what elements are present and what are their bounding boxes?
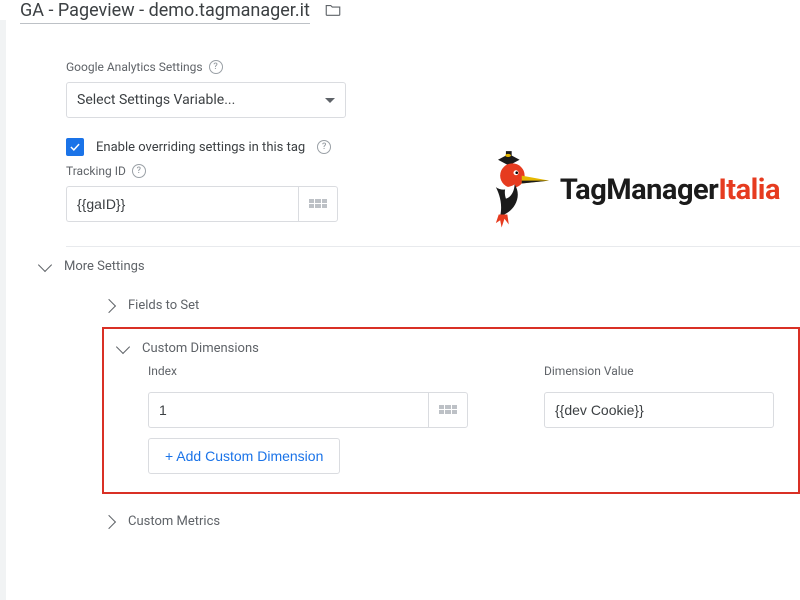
title-row: GA - Pageview - demo.tagmanager.it	[20, 0, 800, 28]
dimension-index-row	[148, 392, 468, 428]
ga-settings-label: Google Analytics Settings ?	[66, 60, 800, 74]
custom-dimensions-section: Custom Dimensions Index + Add Custom	[102, 327, 800, 494]
custom-dimensions-label: Custom Dimensions	[142, 341, 259, 356]
override-checkbox-label: Enable overriding settings in this tag	[96, 140, 305, 155]
brick-icon	[309, 199, 327, 209]
page-title[interactable]: GA - Pageview - demo.tagmanager.it	[20, 0, 310, 24]
dimension-value-row	[544, 392, 774, 428]
help-icon[interactable]: ?	[132, 164, 146, 178]
fields-to-set-label: Fields to Set	[128, 298, 199, 313]
value-column-header: Dimension Value	[544, 364, 774, 378]
logo-text-accent: Italia	[718, 173, 780, 207]
variable-picker-button[interactable]	[298, 186, 338, 222]
add-custom-dimension-button[interactable]: + Add Custom Dimension	[148, 438, 340, 474]
custom-metrics-label: Custom Metrics	[128, 514, 220, 529]
index-column-header: Index	[148, 364, 510, 378]
help-icon[interactable]: ?	[317, 140, 331, 154]
help-icon[interactable]: ?	[209, 60, 223, 74]
chevron-down-icon	[116, 340, 130, 354]
custom-dimensions-toggle[interactable]: Custom Dimensions	[118, 339, 784, 358]
custom-metrics-toggle[interactable]: Custom Metrics	[102, 502, 800, 541]
fields-to-set-toggle[interactable]: Fields to Set	[102, 286, 800, 325]
tagmanageritalia-logo: TagManagerItalia	[480, 145, 780, 235]
more-settings-label: More Settings	[64, 259, 145, 274]
chevron-right-icon	[102, 298, 116, 312]
folder-icon[interactable]	[324, 1, 342, 23]
settings-variable-select[interactable]: Select Settings Variable...	[66, 82, 346, 118]
logo-text-main: TagManager	[560, 173, 718, 207]
dimension-index-input[interactable]	[148, 392, 428, 428]
brick-icon	[439, 405, 457, 415]
select-placeholder: Select Settings Variable...	[77, 92, 235, 108]
dimension-value-input[interactable]	[544, 392, 774, 428]
variable-picker-button[interactable]	[428, 392, 468, 428]
woodpecker-icon	[480, 145, 552, 235]
chevron-down-icon	[325, 98, 335, 103]
chevron-right-icon	[102, 514, 116, 528]
override-checkbox[interactable]	[66, 138, 84, 156]
more-settings-toggle[interactable]: More Settings	[40, 247, 800, 286]
chevron-down-icon	[38, 258, 52, 272]
tracking-id-row	[66, 186, 338, 222]
tracking-id-input[interactable]	[66, 186, 298, 222]
